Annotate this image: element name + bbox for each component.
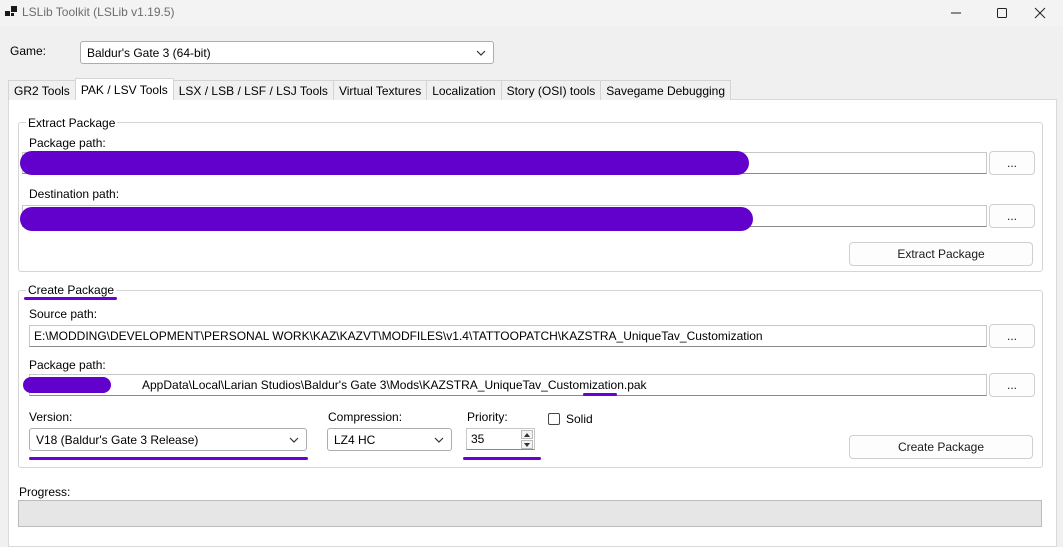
extract-package-path-label: Package path: — [29, 136, 106, 150]
game-select-value: Baldur's Gate 3 (64-bit) — [87, 45, 211, 60]
package-path-label: Package path: — [29, 358, 106, 372]
tab-lsx-lsb-lsf-lsj-tools[interactable]: LSX / LSB / LSF / LSJ Tools — [172, 80, 334, 100]
compression-label: Compression: — [328, 410, 403, 424]
create-package-button[interactable]: Create Package — [849, 435, 1033, 459]
spin-down-icon[interactable] — [521, 440, 533, 449]
progress-bar — [18, 500, 1042, 527]
extract-package-button[interactable]: Extract Package — [849, 242, 1033, 266]
app-icon — [5, 6, 17, 18]
compression-select[interactable]: LZ4 HC — [327, 428, 452, 451]
chevron-down-icon — [289, 437, 299, 443]
package-browse-button[interactable]: ... — [989, 373, 1035, 397]
priority-label: Priority: — [467, 410, 508, 424]
compression-select-value: LZ4 HC — [334, 432, 376, 447]
source-path-label: Source path: — [29, 307, 98, 321]
create-package-title: Create Package — [26, 283, 117, 297]
version-label: Version: — [29, 410, 73, 424]
window-title: LSLib Toolkit (LSLib v1.19.5) — [22, 5, 175, 19]
tab-strip: GR2 Tools PAK / LSV Tools LSX / LSB / LS… — [8, 78, 732, 100]
solid-label: Solid — [566, 412, 593, 426]
tab-story-osi-tools[interactable]: Story (OSI) tools — [500, 80, 602, 100]
extract-package-browse-button[interactable]: ... — [989, 151, 1035, 175]
redaction-mark — [20, 207, 753, 231]
annotation-underline — [583, 393, 617, 396]
solid-checkbox[interactable] — [548, 413, 560, 425]
tab-gr2-tools[interactable]: GR2 Tools — [8, 80, 76, 100]
redaction-mark — [20, 151, 749, 175]
tab-virtual-textures[interactable]: Virtual Textures — [332, 80, 428, 100]
chevron-down-icon — [434, 437, 444, 443]
priority-stepper[interactable]: 35 — [466, 428, 535, 450]
priority-value: 35 — [471, 432, 485, 446]
tab-savegame-debugging[interactable]: Savegame Debugging — [600, 80, 732, 100]
minimize-icon — [951, 12, 961, 14]
tab-localization[interactable]: Localization — [426, 80, 502, 100]
source-path-input[interactable]: E:\MODDING\DEVELOPMENT\PERSONAL WORK\KAZ… — [29, 325, 987, 347]
progress-label: Progress: — [19, 485, 71, 499]
tab-pak-lsv-tools[interactable]: PAK / LSV Tools — [74, 78, 174, 100]
spin-up-icon[interactable] — [521, 430, 533, 439]
source-browse-button[interactable]: ... — [989, 324, 1035, 348]
game-label: Game: — [10, 44, 47, 58]
game-select[interactable]: Baldur's Gate 3 (64-bit) — [80, 41, 494, 64]
redaction-mark — [23, 377, 111, 393]
extract-package-title: Extract Package — [26, 116, 118, 130]
package-path-input[interactable]: AppData\Local\Larian Studios\Baldur's Ga… — [29, 374, 987, 396]
title-bar: LSLib Toolkit (LSLib v1.19.5) — [0, 0, 1063, 26]
destination-browse-button[interactable]: ... — [989, 204, 1035, 228]
version-select-value: V18 (Baldur's Gate 3 Release) — [36, 432, 199, 447]
maximize-icon — [997, 8, 1007, 18]
version-select[interactable]: V18 (Baldur's Gate 3 Release) — [29, 428, 307, 451]
close-button[interactable] — [1017, 0, 1063, 26]
annotation-underline — [463, 457, 541, 460]
chevron-down-icon — [476, 50, 486, 56]
annotation-underline — [29, 457, 308, 460]
annotation-underline — [24, 297, 117, 300]
close-icon — [1034, 7, 1046, 19]
priority-spinner[interactable] — [520, 429, 534, 449]
destination-path-label: Destination path: — [29, 187, 120, 201]
minimize-button[interactable] — [933, 0, 979, 26]
